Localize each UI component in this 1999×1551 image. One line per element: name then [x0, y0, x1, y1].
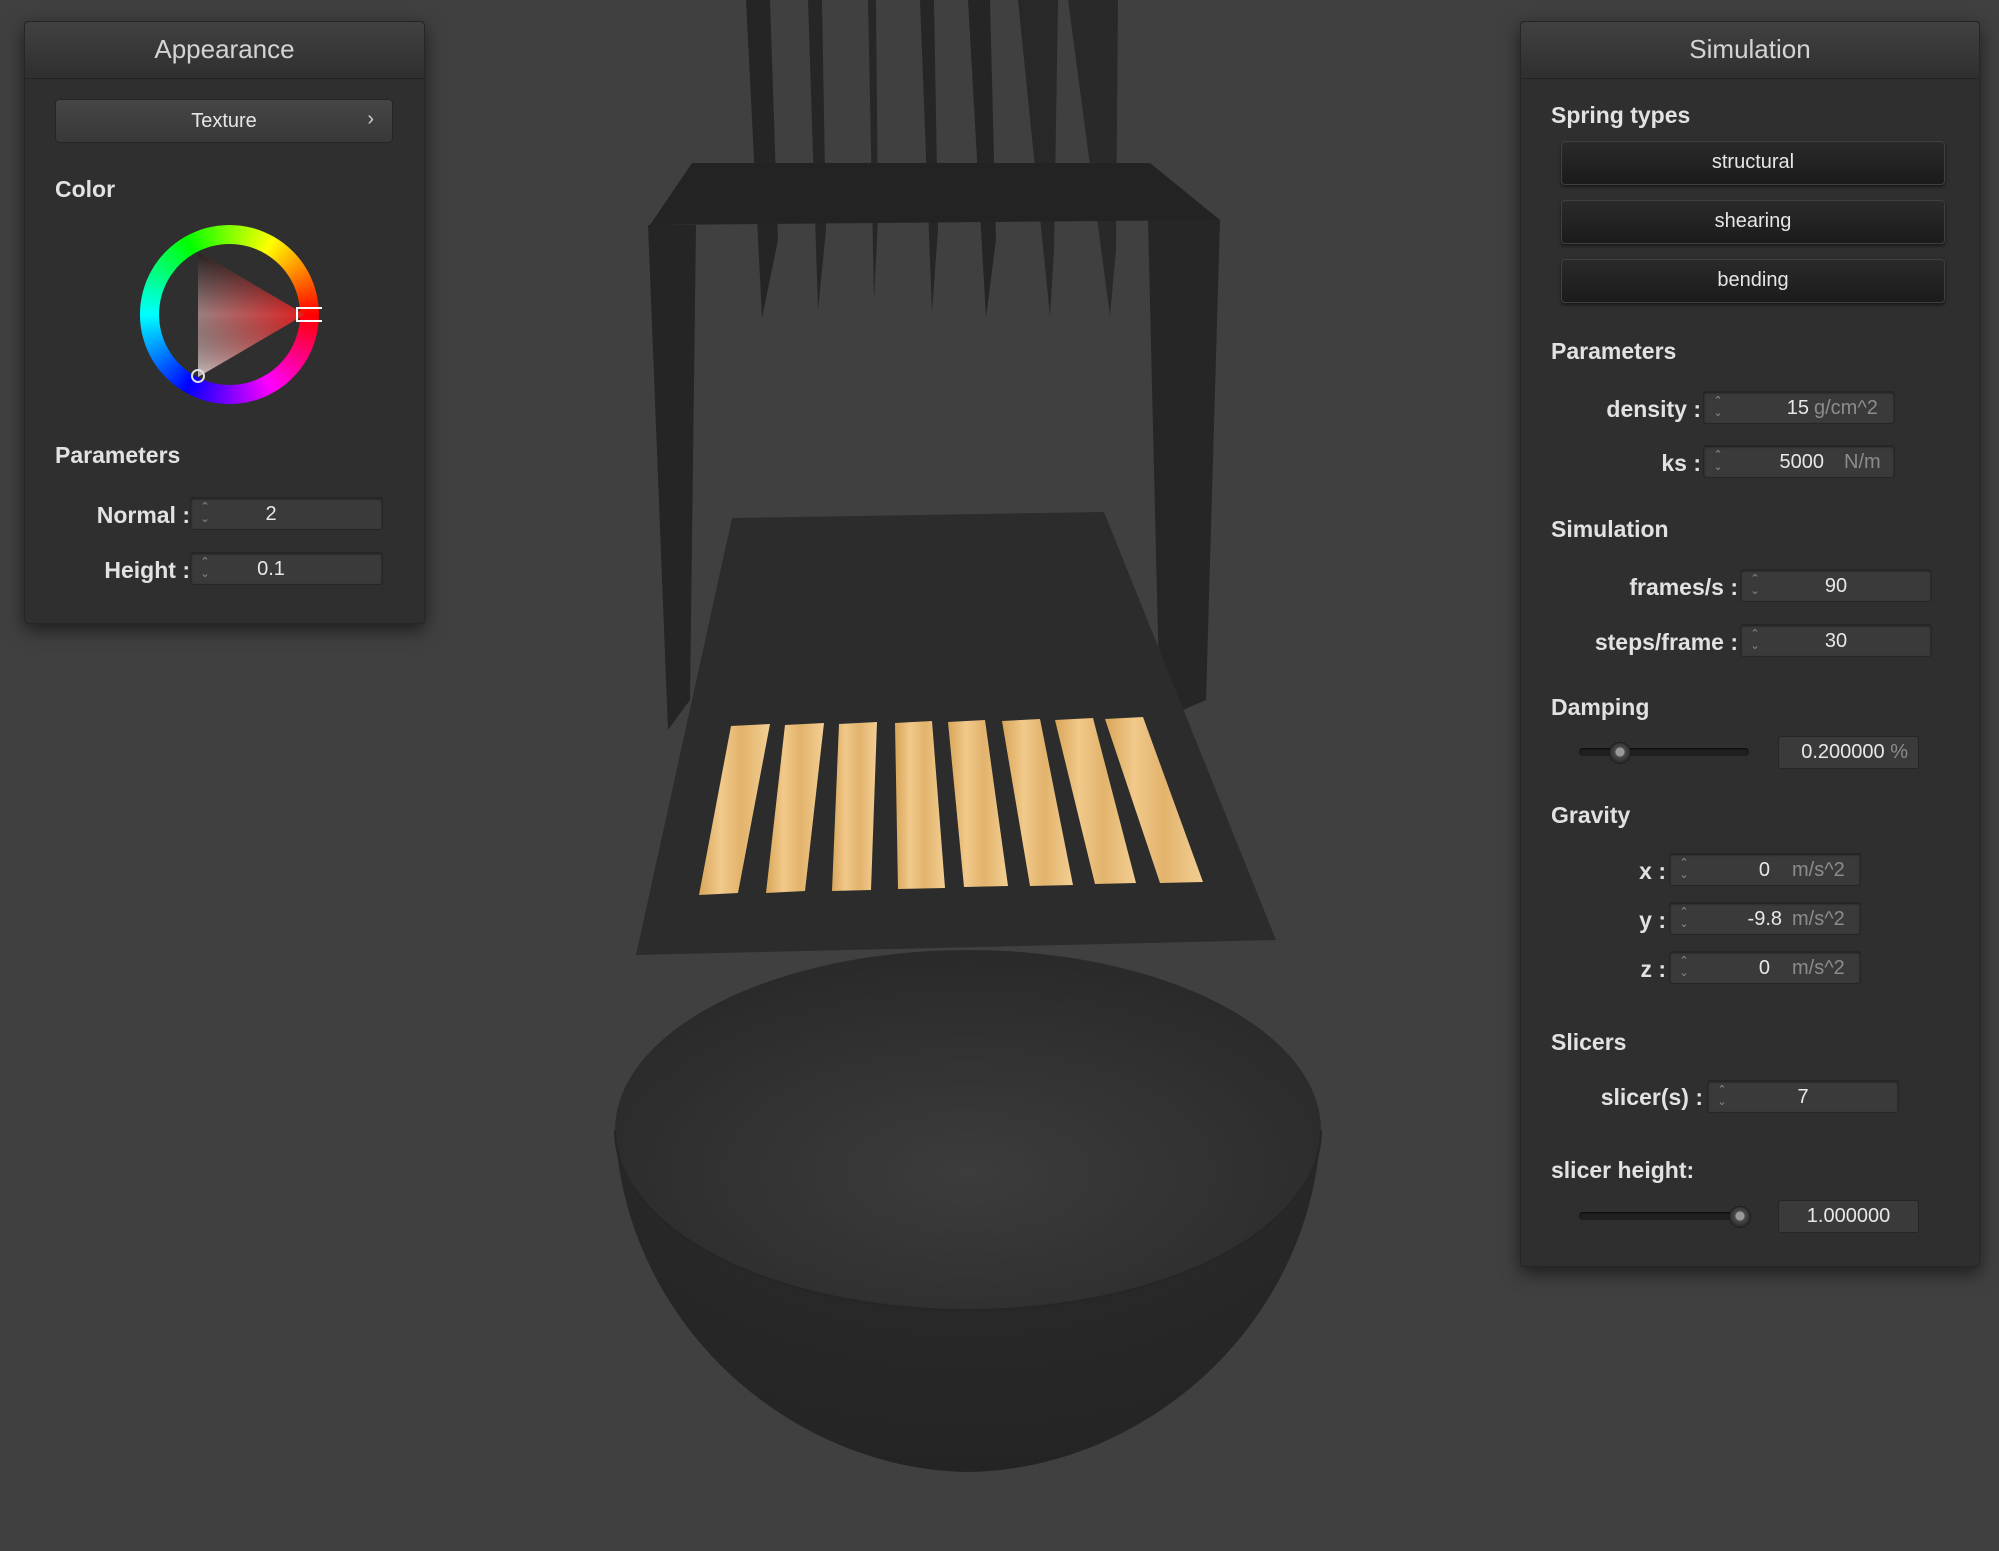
- damping-label: Damping: [1551, 694, 1650, 720]
- ks-unit: N/m: [1844, 451, 1881, 473]
- height-value: 0.1: [257, 558, 285, 580]
- slicers-value: 7: [1797, 1086, 1809, 1108]
- slicers-count-label: slicer(s) :: [1600, 1084, 1703, 1110]
- slicer-height-value-box[interactable]: 1.000000: [1778, 1200, 1919, 1233]
- ks-spinbox[interactable]: ⌃ ⌄ 5000 N/m: [1703, 445, 1895, 478]
- simulation-panel-title: Simulation: [1521, 22, 1979, 79]
- color-wheel[interactable]: [137, 222, 322, 407]
- structural-button[interactable]: structural: [1561, 141, 1945, 185]
- texture-button[interactable]: Texture ›: [55, 99, 393, 143]
- steps-label: steps/frame :: [1594, 629, 1738, 655]
- damping-slider[interactable]: [1579, 742, 1749, 764]
- spin-arrows-icon[interactable]: ⌃ ⌄: [1712, 395, 1724, 421]
- spin-arrows-icon[interactable]: ⌃ ⌄: [1678, 857, 1690, 883]
- spin-arrows-icon[interactable]: ⌃ ⌄: [1678, 906, 1690, 932]
- spin-arrows-icon[interactable]: ⌃ ⌄: [1712, 449, 1724, 475]
- texture-button-label: Texture: [191, 110, 257, 132]
- gravity-z-unit: m/s^2: [1792, 957, 1845, 979]
- gravity-y-label: y :: [1639, 907, 1666, 933]
- ks-value: 5000: [1779, 451, 1825, 473]
- gravity-z-label: z :: [1640, 956, 1666, 982]
- slicer-height-slider-handle[interactable]: [1729, 1206, 1751, 1228]
- slicers-label: Slicers: [1551, 1029, 1627, 1055]
- fps-value: 90: [1824, 575, 1848, 597]
- appearance-panel: Appearance Texture › Color Parameters No…: [24, 21, 425, 624]
- gravity-z-value: 0: [1758, 957, 1770, 979]
- simulation-label: Simulation: [1551, 516, 1669, 542]
- ks-label: ks :: [1661, 450, 1701, 476]
- normal-value: 2: [265, 503, 277, 525]
- gravity-x-unit: m/s^2: [1792, 859, 1845, 881]
- density-spinbox[interactable]: ⌃ ⌄ 15 g/cm^2: [1703, 391, 1895, 424]
- spin-arrows-icon[interactable]: ⌃ ⌄: [1716, 1084, 1728, 1110]
- damping-slider-handle[interactable]: [1609, 742, 1631, 764]
- spring-types-label: Spring types: [1551, 102, 1691, 128]
- spin-arrows-icon[interactable]: ⌃ ⌄: [199, 556, 211, 582]
- damping-unit: %: [1890, 741, 1908, 763]
- color-label: Color: [55, 176, 116, 202]
- gravity-y-unit: m/s^2: [1792, 908, 1845, 930]
- slicer-height-slider[interactable]: [1579, 1206, 1751, 1228]
- gravity-x-value: 0: [1758, 859, 1770, 881]
- appearance-panel-title: Appearance: [25, 22, 424, 79]
- simulation-panel: Simulation Spring types structural shear…: [1520, 21, 1980, 1267]
- damping-value: 0.200000: [1801, 741, 1885, 763]
- normal-spinbox[interactable]: ⌃ ⌄ 2: [190, 497, 383, 530]
- gravity-x-spinbox[interactable]: ⌃ ⌄ 0 m/s^2: [1669, 853, 1861, 886]
- slicer-height-label: slicer height:: [1551, 1157, 1695, 1183]
- slicer-blades: [746, 0, 1118, 318]
- shearing-button[interactable]: shearing: [1561, 200, 1945, 244]
- gravity-z-spinbox[interactable]: ⌃ ⌄ 0 m/s^2: [1669, 951, 1861, 984]
- damping-value-box[interactable]: 0.200000 %: [1778, 736, 1919, 769]
- spin-arrows-icon[interactable]: ⌃ ⌄: [1749, 573, 1761, 599]
- normal-label: Normal :: [96, 502, 190, 528]
- gravity-y-spinbox[interactable]: ⌃ ⌄ -9.8 m/s^2: [1669, 902, 1861, 935]
- gravity-label: Gravity: [1551, 802, 1631, 828]
- density-label: density :: [1606, 396, 1701, 422]
- height-label: Height :: [104, 557, 190, 583]
- spin-arrows-icon[interactable]: ⌃ ⌄: [1678, 955, 1690, 981]
- sim-parameters-label: Parameters: [1551, 338, 1677, 364]
- steps-value: 30: [1824, 630, 1848, 652]
- fps-spinbox[interactable]: ⌃ ⌄ 90: [1740, 569, 1932, 602]
- fps-label: frames/s :: [1629, 574, 1738, 600]
- gravity-y-value: -9.8: [1747, 908, 1782, 930]
- slicer-height-value: 1.000000: [1806, 1205, 1891, 1227]
- chevron-right-icon: ›: [367, 108, 374, 130]
- steps-spinbox[interactable]: ⌃ ⌄ 30: [1740, 624, 1932, 657]
- density-unit: g/cm^2: [1814, 397, 1878, 419]
- height-spinbox[interactable]: ⌃ ⌄ 0.1: [190, 552, 383, 585]
- density-value: 15: [1786, 397, 1809, 419]
- bending-button[interactable]: bending: [1561, 259, 1945, 303]
- gravity-x-label: x :: [1639, 858, 1666, 884]
- bowl: [614, 950, 1322, 1472]
- spin-arrows-icon[interactable]: ⌃ ⌄: [1749, 628, 1761, 654]
- spin-arrows-icon[interactable]: ⌃ ⌄: [199, 501, 211, 527]
- appearance-parameters-label: Parameters: [55, 442, 181, 468]
- slicers-spinbox[interactable]: ⌃ ⌄ 7: [1707, 1080, 1899, 1113]
